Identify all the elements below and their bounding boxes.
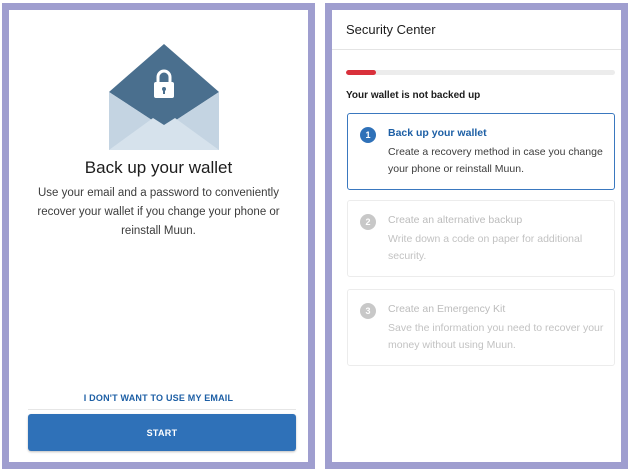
step-title: Create an alternative backup [388, 214, 523, 226]
step-title: Back up your wallet [388, 127, 487, 139]
step-card-backup-wallet[interactable]: 1 Back up your wallet Create a recovery … [347, 113, 615, 190]
backup-status: Your wallet is not backed up [346, 90, 481, 101]
step-number-badge: 2 [360, 214, 376, 230]
skip-email-link[interactable]: I DON'T WANT TO USE MY EMAIL [9, 393, 308, 403]
divider [28, 409, 296, 410]
step-title: Create an Emergency Kit [388, 303, 506, 315]
start-button[interactable]: START [28, 414, 296, 451]
backup-progress-bar [346, 70, 615, 75]
step-number-badge: 1 [360, 127, 376, 143]
progress-fill [346, 70, 376, 75]
screen-title: Security Center [346, 22, 436, 37]
envelope-lock-icon [109, 44, 219, 150]
backup-wallet-screen: Back up your wallet Use your email and a… [2, 3, 315, 469]
app-bar: Security Center [332, 10, 621, 50]
step-card-emergency-kit: 3 Create an Emergency Kit Save the infor… [347, 289, 615, 366]
step-description: Save the information you need to recover… [388, 322, 604, 351]
page-title: Back up your wallet [84, 158, 233, 177]
step-number-badge: 3 [360, 303, 376, 319]
page-description: Use your email and a password to conveni… [37, 187, 280, 237]
step-card-alternative-backup: 2 Create an alternative backup Write dow… [347, 200, 615, 277]
step-description: Write down a code on paper for additiona… [388, 233, 583, 262]
step-description: Create a recovery method in case you cha… [388, 146, 603, 175]
security-center-screen: Security Center Your wallet is not backe… [325, 3, 628, 469]
